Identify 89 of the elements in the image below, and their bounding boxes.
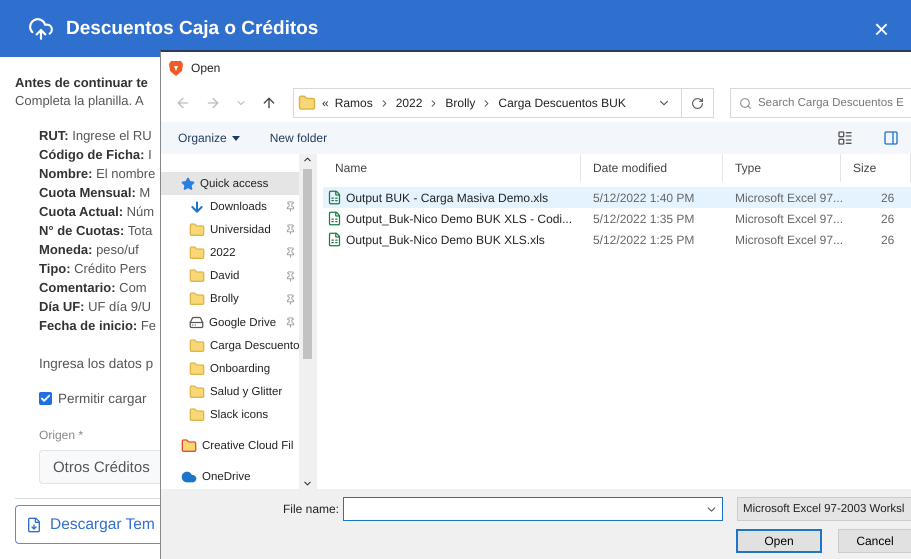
checkbox[interactable] xyxy=(39,392,52,405)
folder-icon xyxy=(189,291,205,308)
organize-button[interactable]: Organize xyxy=(178,131,240,145)
file-download-icon xyxy=(26,516,42,532)
column-header[interactable]: Name xyxy=(323,154,581,182)
folder-icon xyxy=(189,268,205,284)
folder-icon xyxy=(189,338,205,354)
nav-item[interactable]: Universidad xyxy=(161,218,299,242)
nav-item[interactable]: Downloads xyxy=(161,195,299,218)
column-header[interactable]: Type xyxy=(723,154,841,182)
origin-select[interactable]: Otros Créditos xyxy=(39,450,160,484)
folder-icon xyxy=(181,438,197,454)
field-description: Cuota Mensual: M xyxy=(39,185,152,201)
dialog-button[interactable]: Cancel xyxy=(838,529,911,553)
pin-icon xyxy=(285,270,296,282)
nav-item[interactable]: Brolly xyxy=(161,288,299,311)
search-icon xyxy=(739,96,752,110)
column-header[interactable]: Size xyxy=(841,154,911,182)
intro-text: Completa la planilla. A xyxy=(15,93,145,108)
folder-icon xyxy=(189,384,205,400)
preview-pane-icon[interactable] xyxy=(883,130,899,146)
field-description: N° de Cuotas: Tota xyxy=(39,223,154,239)
nav-item[interactable]: OneDrive xyxy=(161,466,299,490)
pin-icon xyxy=(285,247,296,258)
nav-item[interactable]: Onboarding xyxy=(161,357,299,380)
nav-item[interactable]: Salud y Glitter xyxy=(161,380,299,404)
down-arrow-icon xyxy=(189,198,205,215)
field-description: Día UF: UF día 9/U xyxy=(39,299,152,315)
cloud-icon xyxy=(181,469,197,486)
forward-icon xyxy=(205,95,221,111)
pin-icon xyxy=(285,224,296,236)
modal-title: Descuentos Caja o Créditos xyxy=(66,18,320,40)
folder-icon xyxy=(298,94,316,112)
file-type-select[interactable]: Microsoft Excel 97-2003 Worksl xyxy=(737,497,911,521)
nav-item[interactable]: Slack icons xyxy=(161,404,299,427)
field-label: Origen * xyxy=(38,428,84,442)
folder-icon xyxy=(189,360,205,377)
breadcrumb[interactable]: Ramos xyxy=(334,96,373,110)
nav-item[interactable]: Google Drive xyxy=(161,310,299,334)
field-description: Fecha de inicio: Fe xyxy=(39,318,158,334)
dialog-button[interactable]: Open xyxy=(736,529,822,553)
column-header[interactable]: Date modified xyxy=(581,154,723,182)
file-row[interactable]: Output_Buk-Nico Demo BUK XLS - Codi... 5/12/2022 1:35 PM Microsoft Excel 97... 26 xyxy=(323,208,911,229)
refresh-icon xyxy=(691,96,704,110)
nav-item[interactable]: Quick access xyxy=(161,172,299,196)
view-list-icon[interactable] xyxy=(837,130,853,146)
file-name-label: File name: xyxy=(282,502,339,516)
search-field[interactable]: Search Carga Descuentos E xyxy=(730,88,911,118)
spreadsheet-icon xyxy=(327,232,342,247)
intro-heading: Antes de continuar te xyxy=(15,75,149,90)
spreadsheet-icon xyxy=(327,190,342,205)
download-template-button[interactable]: Descargar Tem xyxy=(15,505,160,544)
spreadsheet-icon xyxy=(327,211,342,226)
cloud-upload-icon xyxy=(28,16,54,42)
scroll-thumb[interactable] xyxy=(303,169,312,359)
breadcrumb[interactable]: Brolly xyxy=(445,96,476,110)
close-button[interactable]: × xyxy=(870,16,889,42)
folder-icon xyxy=(189,407,205,424)
field-description: Código de Ficha: I xyxy=(39,147,153,163)
pin-icon xyxy=(285,316,296,328)
breadcrumb[interactable]: Carga Descuentos BUK xyxy=(498,96,626,110)
new-folder-button[interactable]: New folder xyxy=(270,131,328,145)
star-icon xyxy=(181,176,195,191)
path-overflow[interactable]: « xyxy=(322,96,329,110)
folder-icon xyxy=(189,222,205,238)
instructions-text: Ingresa los datos p xyxy=(38,356,154,371)
field-description: RUT: Ingrese el RU xyxy=(39,128,153,144)
caret-icon xyxy=(232,136,240,140)
drive-icon xyxy=(189,315,204,330)
file-name-field[interactable] xyxy=(343,497,723,521)
nav-item[interactable]: Carga Descuento xyxy=(161,334,299,358)
nav-item[interactable]: 2022 xyxy=(161,241,299,265)
folder-icon xyxy=(189,245,205,262)
checkbox-label: Permitir cargar xyxy=(58,391,147,406)
breadcrumb[interactable]: 2022 xyxy=(396,96,422,110)
field-description: Comentario: Com xyxy=(39,280,148,296)
pin-icon xyxy=(285,294,296,305)
file-row[interactable]: Output BUK - Carga Masiva Demo.xls 5/12/2022 1:40 PM Microsoft Excel 97... 26 xyxy=(323,187,911,208)
dialog-title: Open xyxy=(191,61,220,75)
field-description: Tipo: Crédito Pers xyxy=(39,261,148,277)
file-row[interactable]: Output_Buk-Nico Demo BUK XLS.xls 5/12/2022 1:25 PM Microsoft Excel 97... 26 xyxy=(323,229,911,250)
pin-icon xyxy=(285,201,296,212)
back-icon xyxy=(175,95,191,111)
address-bar[interactable]: « Ramos 2022 Brolly Carga Descuentos BUK xyxy=(293,88,714,118)
nav-item[interactable]: David xyxy=(161,264,299,288)
field-description: Nombre: El nombre xyxy=(39,166,156,182)
field-description: Moneda: peso/uf xyxy=(39,242,140,258)
nav-item[interactable]: Creative Cloud Fil xyxy=(161,434,299,458)
field-description: Cuota Actual: Núm xyxy=(39,204,156,220)
